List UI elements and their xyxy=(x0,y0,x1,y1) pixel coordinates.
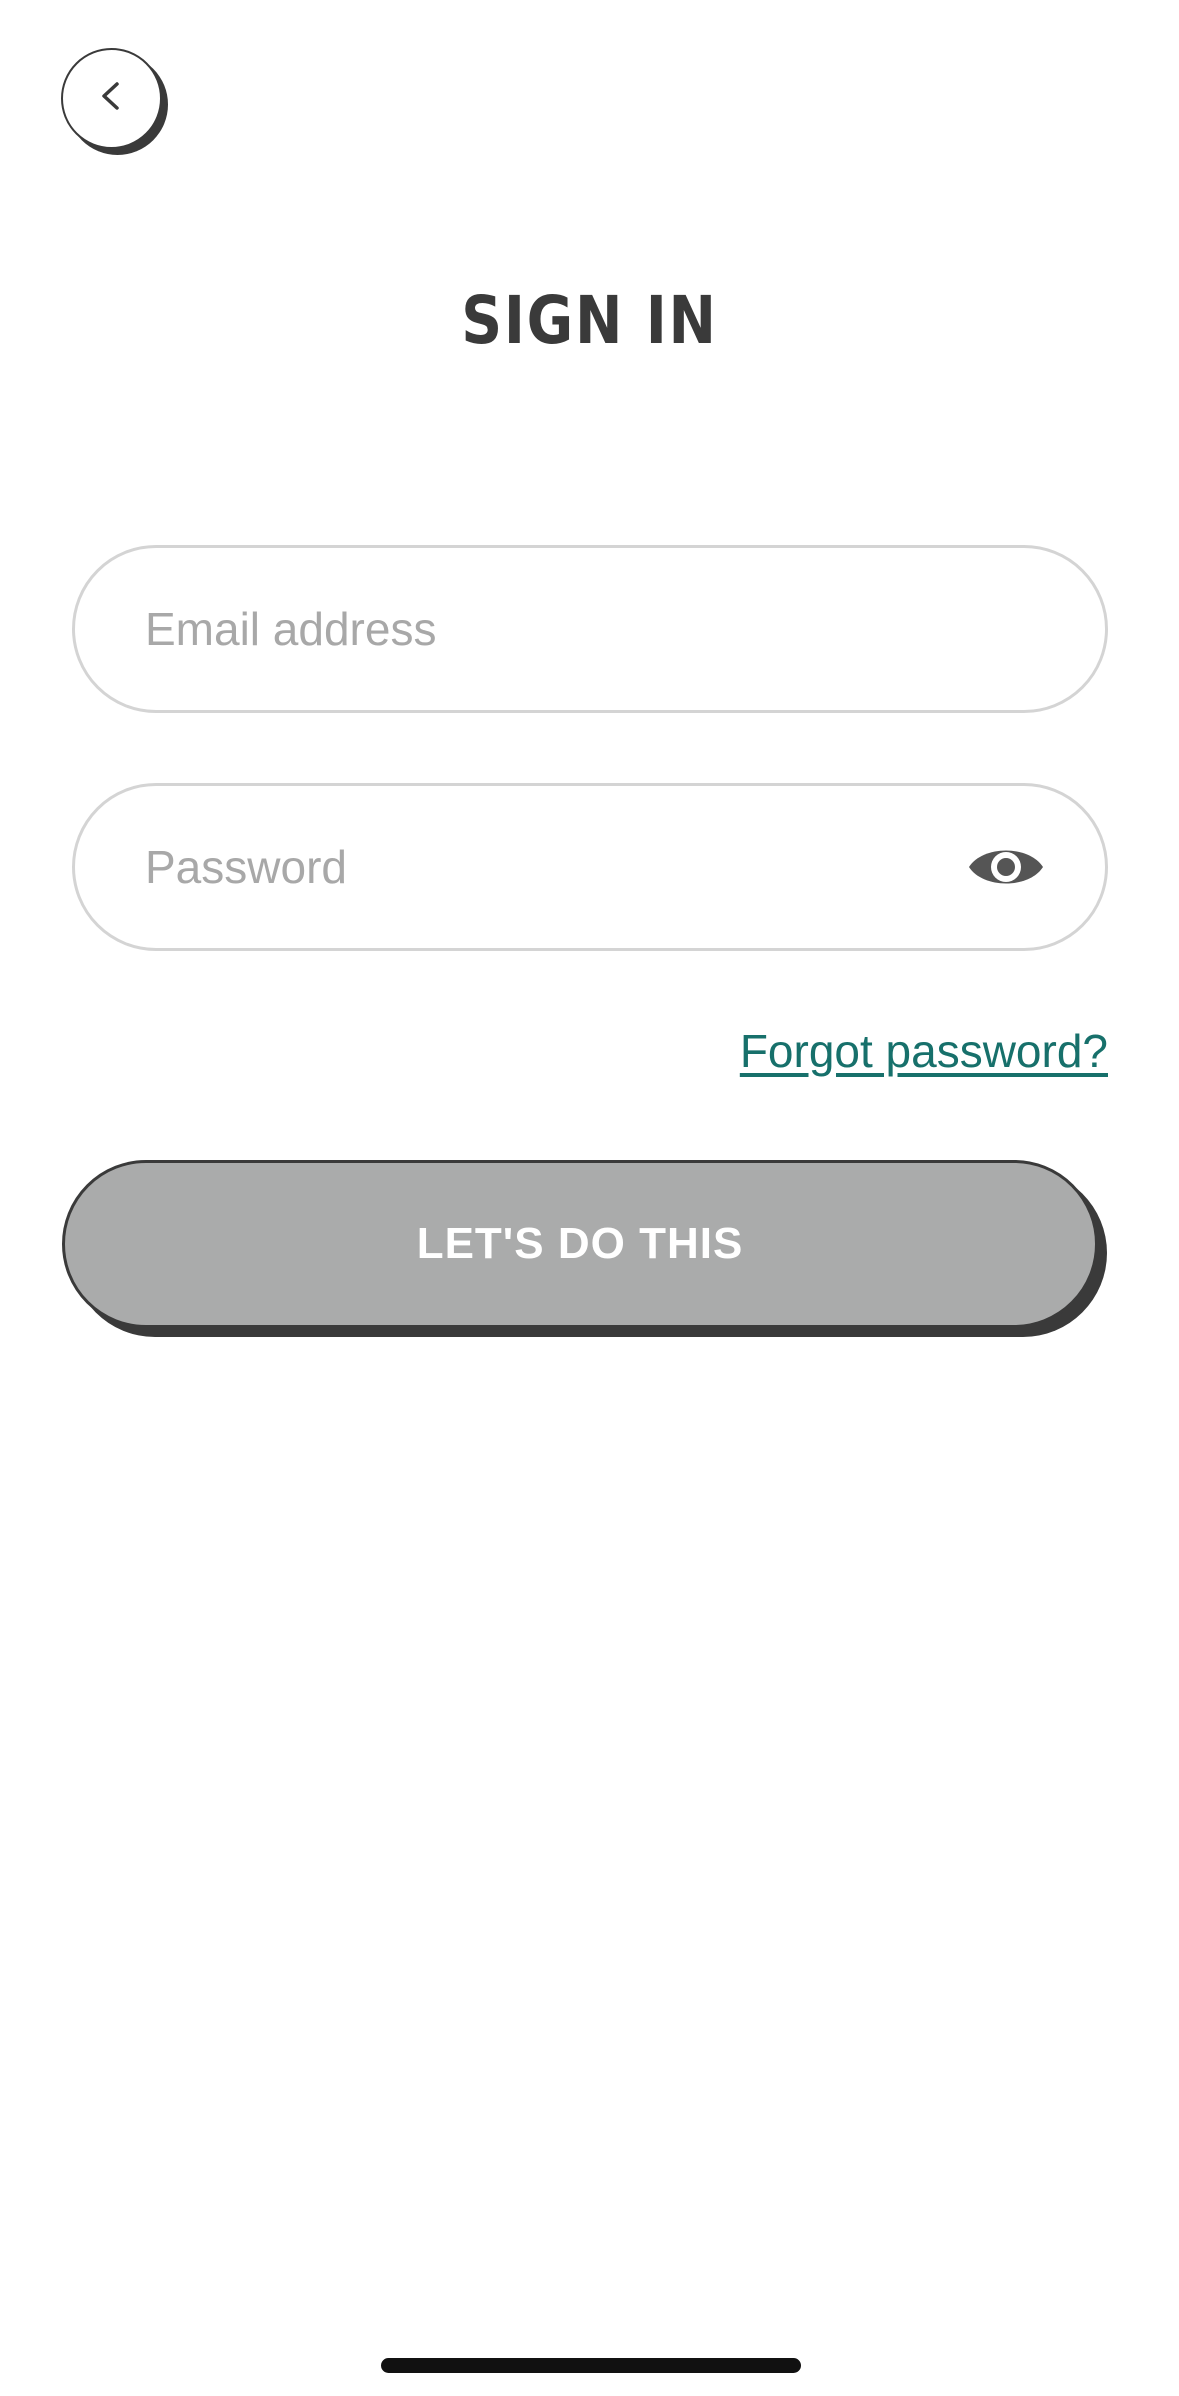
back-button[interactable] xyxy=(61,48,162,149)
email-field-container[interactable] xyxy=(72,545,1108,713)
eye-icon[interactable] xyxy=(967,841,1045,893)
email-input[interactable] xyxy=(145,602,1045,656)
password-input[interactable] xyxy=(145,840,967,894)
password-field-container[interactable] xyxy=(72,783,1108,951)
page-title: SIGN IN xyxy=(461,282,718,359)
chevron-left-icon xyxy=(92,76,132,121)
home-indicator xyxy=(381,2358,801,2373)
forgot-password-link[interactable]: Forgot password? xyxy=(740,1024,1108,1078)
sign-in-button[interactable]: LET'S DO THIS xyxy=(62,1160,1098,1328)
